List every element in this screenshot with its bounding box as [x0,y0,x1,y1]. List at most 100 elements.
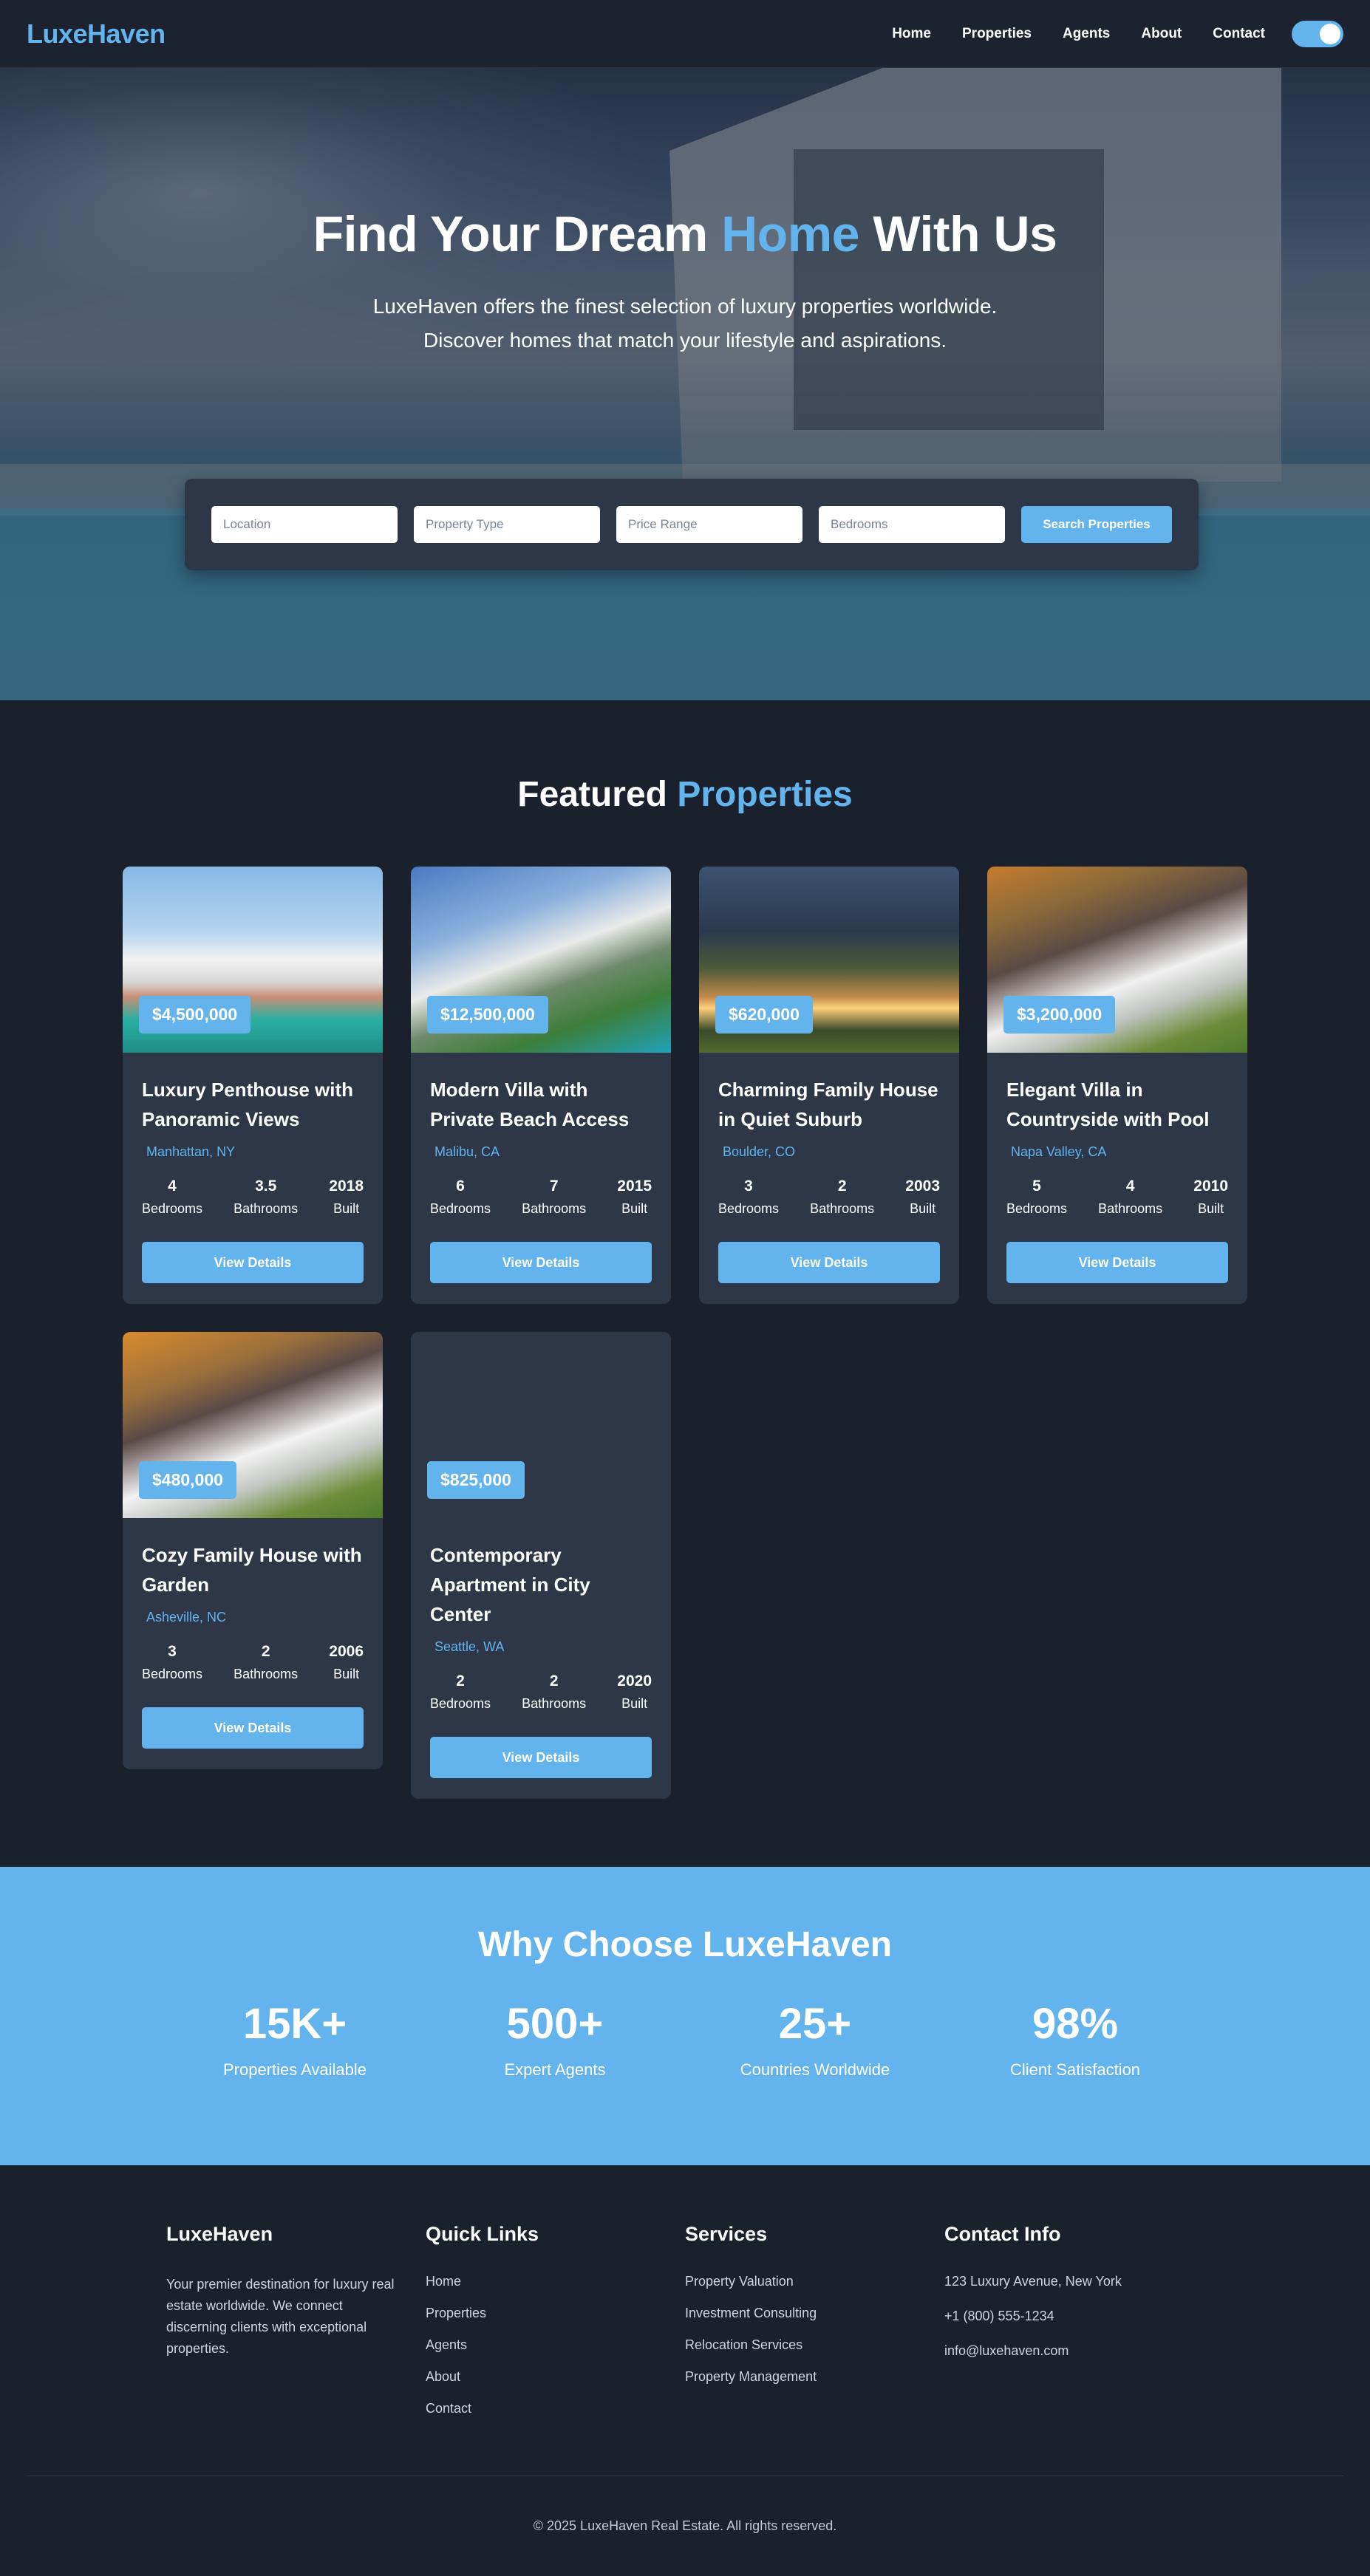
location-input[interactable] [211,506,398,543]
footer-link-contact[interactable]: Contact [426,2401,685,2416]
footer-link-about[interactable]: About [426,2369,685,2385]
bathrooms-stat: 2 Bathrooms [810,1178,874,1217]
site-logo[interactable]: LuxeHaven [27,18,166,49]
bedrooms-value: 2 [456,1673,465,1690]
property-card-body: Charming Family House in Quiet Suburb Bo… [699,1053,959,1304]
built-label: Built [333,1667,360,1681]
footer-service-investment[interactable]: Investment Consulting [685,2306,944,2321]
view-details-button[interactable]: View Details [1006,1242,1228,1283]
footer-services-column: Services Property Valuation Investment C… [685,2223,944,2433]
property-grid: $4,500,000 Luxury Penthouse with Panoram… [123,867,1247,1799]
built-label: Built [1198,1201,1224,1216]
property-card-body: Cozy Family House with Garden Asheville,… [123,1518,383,1769]
bathrooms-label: Bathrooms [234,1201,299,1216]
view-details-button[interactable]: View Details [142,1242,364,1283]
view-details-button[interactable]: View Details [430,1737,652,1778]
bathrooms-value: 3.5 [255,1178,277,1195]
property-title: Cozy Family House with Garden [142,1544,362,1596]
property-stats: 4 Bedrooms 3.5 Bathrooms 2018 Built [142,1178,364,1217]
property-title: Contemporary Apartment in City Center [430,1544,590,1625]
footer-contact-title: Contact Info [944,2223,1061,2245]
contact-phone[interactable]: +1 (800) 555-1234 [944,2309,1204,2324]
footer-service-management[interactable]: Property Management [685,2369,944,2385]
property-title: Luxury Penthouse with Panoramic Views [142,1079,354,1130]
property-stats: 6 Bedrooms 7 Bathrooms 2015 Built [430,1178,652,1217]
nav-link-contact[interactable]: Contact [1213,26,1265,42]
bathrooms-stat: 2 Bathrooms [522,1673,586,1712]
bathrooms-value: 2 [261,1643,270,1660]
footer-columns: LuxeHaven Your premier destination for l… [166,2223,1204,2433]
bathrooms-label: Bathrooms [522,1201,587,1216]
property-image[interactable]: $3,200,000 [987,867,1247,1053]
property-title: Modern Villa with Private Beach Access [430,1079,630,1130]
search-properties-button[interactable]: Search Properties [1021,506,1172,543]
bathrooms-label: Bathrooms [1098,1201,1163,1216]
built-value: 2020 [617,1673,652,1690]
nav-link-home[interactable]: Home [892,26,931,42]
property-image[interactable]: $4,500,000 [123,867,383,1053]
bedrooms-label: Bedrooms [1006,1201,1068,1216]
theme-toggle[interactable] [1292,20,1343,47]
property-stats: 3 Bedrooms 2 Bathrooms 2003 Built [718,1178,940,1217]
bedrooms-stat: 3 Bedrooms [718,1178,779,1217]
stat-properties: 15K+ Properties Available [165,1999,425,2080]
footer-link-home[interactable]: Home [426,2274,685,2289]
property-image[interactable]: $825,000 [411,1332,671,1518]
property-image[interactable]: $12,500,000 [411,867,671,1053]
property-search-bar: Search Properties [185,479,1199,570]
footer-service-valuation[interactable]: Property Valuation [685,2274,944,2289]
main-nav: Home Properties Agents About Contact [861,20,1343,47]
price-badge: $3,200,000 [1003,996,1116,1034]
bedrooms-label: Bedrooms [430,1696,491,1711]
property-title: Elegant Villa in Countryside with Pool [1006,1079,1210,1130]
bedrooms-value: 4 [168,1178,177,1195]
property-location: Seattle, WA [434,1639,505,1654]
property-location: Malibu, CA [434,1144,500,1159]
stat-value: 98% [1032,2000,1119,2048]
built-stat: 2003 Built [905,1178,940,1217]
hero-title: Find Your Dream Home With Us [0,205,1370,263]
bedrooms-stat: 6 Bedrooms [430,1178,491,1217]
bedrooms-stat: 5 Bedrooms [1006,1178,1067,1217]
footer-services-title: Services [685,2223,768,2245]
view-details-button[interactable]: View Details [142,1707,364,1749]
built-value: 2010 [1193,1178,1228,1195]
stat-value: 25+ [778,2000,852,2048]
view-details-button[interactable]: View Details [718,1242,940,1283]
view-details-button[interactable]: View Details [430,1242,652,1283]
copyright-text: © 2025 LuxeHaven Real Estate. All rights… [533,2518,837,2533]
bedrooms-stat: 2 Bedrooms [430,1673,491,1712]
bedrooms-value: 6 [456,1178,465,1195]
footer-link-agents[interactable]: Agents [426,2337,685,2353]
price-range-input[interactable] [616,506,802,543]
stat-countries: 25+ Countries Worldwide [685,1999,945,2080]
theme-toggle-knob [1320,23,1340,44]
property-card: $825,000 Contemporary Apartment in City … [411,1332,671,1799]
contact-email[interactable]: info@luxehaven.com [944,2343,1204,2359]
contact-address: 123 Luxury Avenue, New York [944,2274,1122,2289]
featured-properties-section: Featured Properties $4,500,000 Luxury Pe… [0,700,1370,1867]
bedrooms-input[interactable] [819,506,1005,543]
bathrooms-value: 2 [837,1178,847,1195]
built-stat: 2018 Built [329,1178,364,1217]
property-card-body: Contemporary Apartment in City Center Se… [411,1518,671,1799]
nav-link-about[interactable]: About [1141,26,1182,42]
bedrooms-label: Bedrooms [142,1201,203,1216]
property-card-body: Luxury Penthouse with Panoramic Views Ma… [123,1053,383,1304]
footer-service-relocation[interactable]: Relocation Services [685,2337,944,2353]
bedrooms-value: 3 [744,1178,753,1195]
bathrooms-stat: 7 Bathrooms [522,1178,586,1217]
stat-value: 15K+ [242,2000,347,2048]
footer-link-properties[interactable]: Properties [426,2306,685,2321]
bathrooms-label: Bathrooms [810,1201,875,1216]
featured-title: Featured Properties [0,774,1370,815]
nav-link-properties[interactable]: Properties [962,26,1032,42]
nav-link-agents[interactable]: Agents [1063,26,1110,42]
property-image[interactable]: $480,000 [123,1332,383,1518]
built-value: 2015 [617,1178,652,1195]
built-label: Built [910,1201,936,1216]
bedrooms-label: Bedrooms [718,1201,780,1216]
stat-label: Countries Worldwide [740,2060,890,2079]
property-image[interactable]: $620,000 [699,867,959,1053]
property-type-input[interactable] [414,506,600,543]
